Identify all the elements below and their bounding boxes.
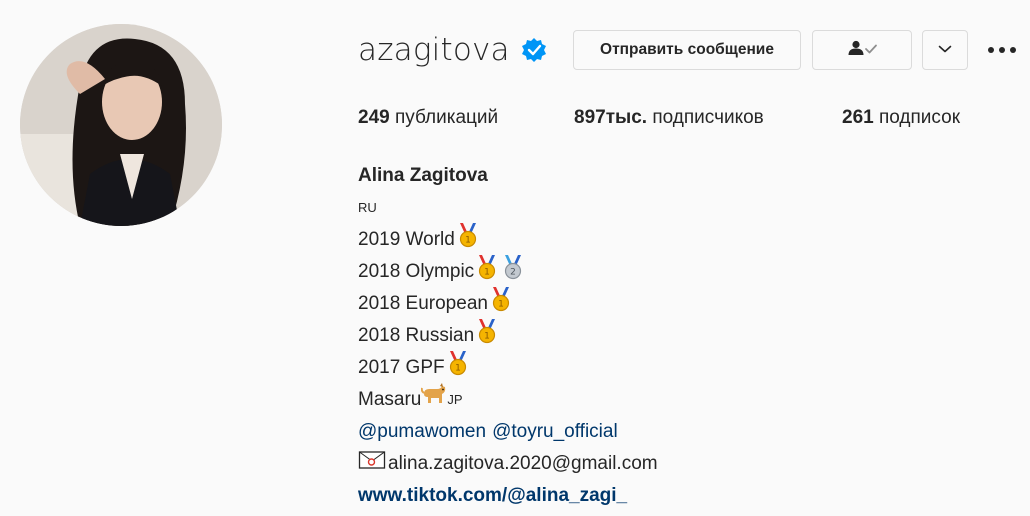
bio-line-russian: 2018 Russian 1 xyxy=(358,318,658,355)
following-button[interactable] xyxy=(812,30,912,70)
mention-toyru-link[interactable]: @toyru_official xyxy=(492,416,618,448)
bio-line-gpf: 2017 GPF 1 xyxy=(358,350,658,387)
bio-line-masaru: Masaru JP xyxy=(358,382,658,418)
dog-icon xyxy=(421,382,447,418)
website-link[interactable]: www.tiktok.com/@alina_zagi_ xyxy=(358,480,658,512)
bio-european-text: 2018 European xyxy=(358,293,488,314)
verified-badge-icon xyxy=(521,37,547,63)
svg-text:2: 2 xyxy=(510,267,516,277)
gold-medal-icon: 1 xyxy=(445,350,471,387)
svg-text:1: 1 xyxy=(498,299,504,309)
bio-world-text: 2019 World xyxy=(358,229,455,250)
mention-pumawomen-link[interactable]: @pumawomen xyxy=(358,416,486,448)
bio-olympic-text: 2018 Olympic xyxy=(358,261,475,282)
bio-gpf-text: 2017 GPF xyxy=(358,357,445,378)
profile-username: azagitova xyxy=(358,32,510,68)
svg-text:1: 1 xyxy=(484,331,490,341)
more-dots-icon[interactable] xyxy=(986,40,1020,60)
full-name: Alina Zagitova xyxy=(358,165,488,186)
following-label: подписок xyxy=(878,107,961,128)
bio-russian-text: 2018 Russian xyxy=(358,325,475,346)
bio-masaru-text: Masaru xyxy=(358,389,422,410)
posts-count: 249 xyxy=(358,107,390,128)
bio-line-world: 2019 World 1 xyxy=(358,222,658,256)
followers-stat[interactable]: 897тыс. подписчиков xyxy=(574,104,764,132)
svg-text:1: 1 xyxy=(484,267,490,277)
chevron-down-icon xyxy=(938,41,952,59)
svg-text:1: 1 xyxy=(455,363,461,373)
posts-stat: 249 публикаций xyxy=(358,104,498,132)
following-count: 261 xyxy=(842,107,874,128)
following-stat[interactable]: 261 подписок xyxy=(842,104,960,132)
profile-avatar[interactable] xyxy=(20,24,222,226)
bio-line-mentions: @pumawomen @toyru_official xyxy=(358,416,658,448)
svg-text:1: 1 xyxy=(465,235,471,245)
bio-line-olympic: 2018 Olympic 1 2 xyxy=(358,254,658,288)
followers-count: 897тыс. xyxy=(574,107,648,128)
envelope-icon xyxy=(358,448,388,481)
bio-line-email: alina.zagitova.2020@gmail.com xyxy=(358,448,658,480)
profile-bio: Alina Zagitova RU 2019 World 1 2018 Olym… xyxy=(358,160,658,512)
suggested-accounts-button[interactable] xyxy=(922,30,968,70)
person-check-icon xyxy=(845,40,879,61)
gold-medal-icon: 1 xyxy=(474,318,500,355)
bio-line-european: 2018 European 1 xyxy=(358,286,658,320)
email-text: alina.zagitova.2020@gmail.com xyxy=(388,453,658,474)
country-flag-jp: JP xyxy=(447,392,463,407)
followers-label: подписчиков xyxy=(652,107,764,128)
country-flag-ru: RU xyxy=(358,200,377,215)
posts-label: публикаций xyxy=(394,107,499,128)
send-message-button[interactable]: Отправить сообщение xyxy=(573,30,801,70)
